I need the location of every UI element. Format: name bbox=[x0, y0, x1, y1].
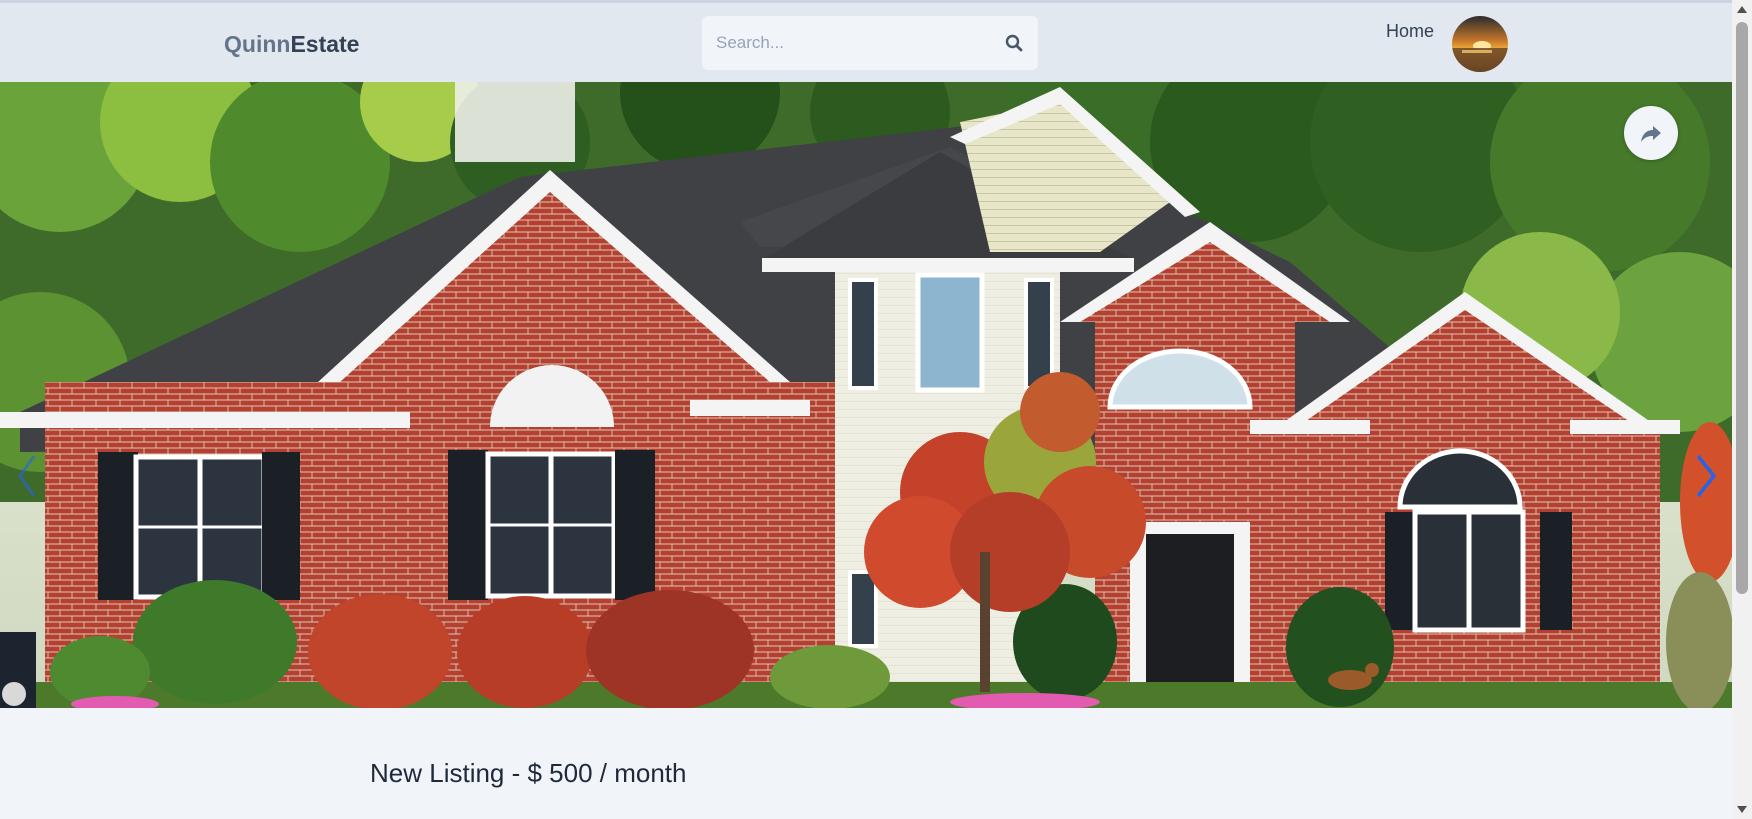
search-input[interactable] bbox=[716, 16, 986, 70]
vertical-scrollbar[interactable] bbox=[1732, 0, 1752, 819]
search-icon bbox=[1005, 34, 1023, 52]
avatar[interactable] bbox=[1452, 16, 1508, 72]
carousel-prev-button[interactable] bbox=[14, 452, 40, 500]
scroll-thumb[interactable] bbox=[1736, 22, 1748, 594]
scroll-down-arrow-icon[interactable] bbox=[1737, 806, 1747, 813]
logo-part-quinn: Quinn bbox=[224, 31, 291, 57]
logo-part-estate: Estate bbox=[290, 31, 360, 57]
share-button[interactable] bbox=[1624, 106, 1678, 160]
carousel-next-button[interactable] bbox=[1692, 452, 1720, 500]
logo[interactable]: QuinnEstate bbox=[224, 31, 359, 58]
nav-link-home[interactable]: Home bbox=[1386, 21, 1434, 42]
search-button[interactable] bbox=[1000, 29, 1028, 57]
header: QuinnEstate Home bbox=[0, 0, 1732, 82]
listing-section: New Listing - $ 500 / month bbox=[0, 708, 1732, 819]
search-bar bbox=[702, 16, 1038, 70]
house-photo bbox=[0, 82, 1732, 708]
listing-title: New Listing - $ 500 / month bbox=[370, 758, 687, 788]
chevron-left-icon bbox=[18, 455, 36, 497]
page: QuinnEstate Home bbox=[0, 0, 1752, 819]
scroll-up-arrow-icon[interactable] bbox=[1737, 6, 1747, 13]
hero-carousel bbox=[0, 82, 1732, 708]
chevron-right-icon bbox=[1696, 454, 1717, 498]
share-icon bbox=[1641, 126, 1661, 142]
sunset-avatar-image bbox=[1452, 16, 1508, 72]
